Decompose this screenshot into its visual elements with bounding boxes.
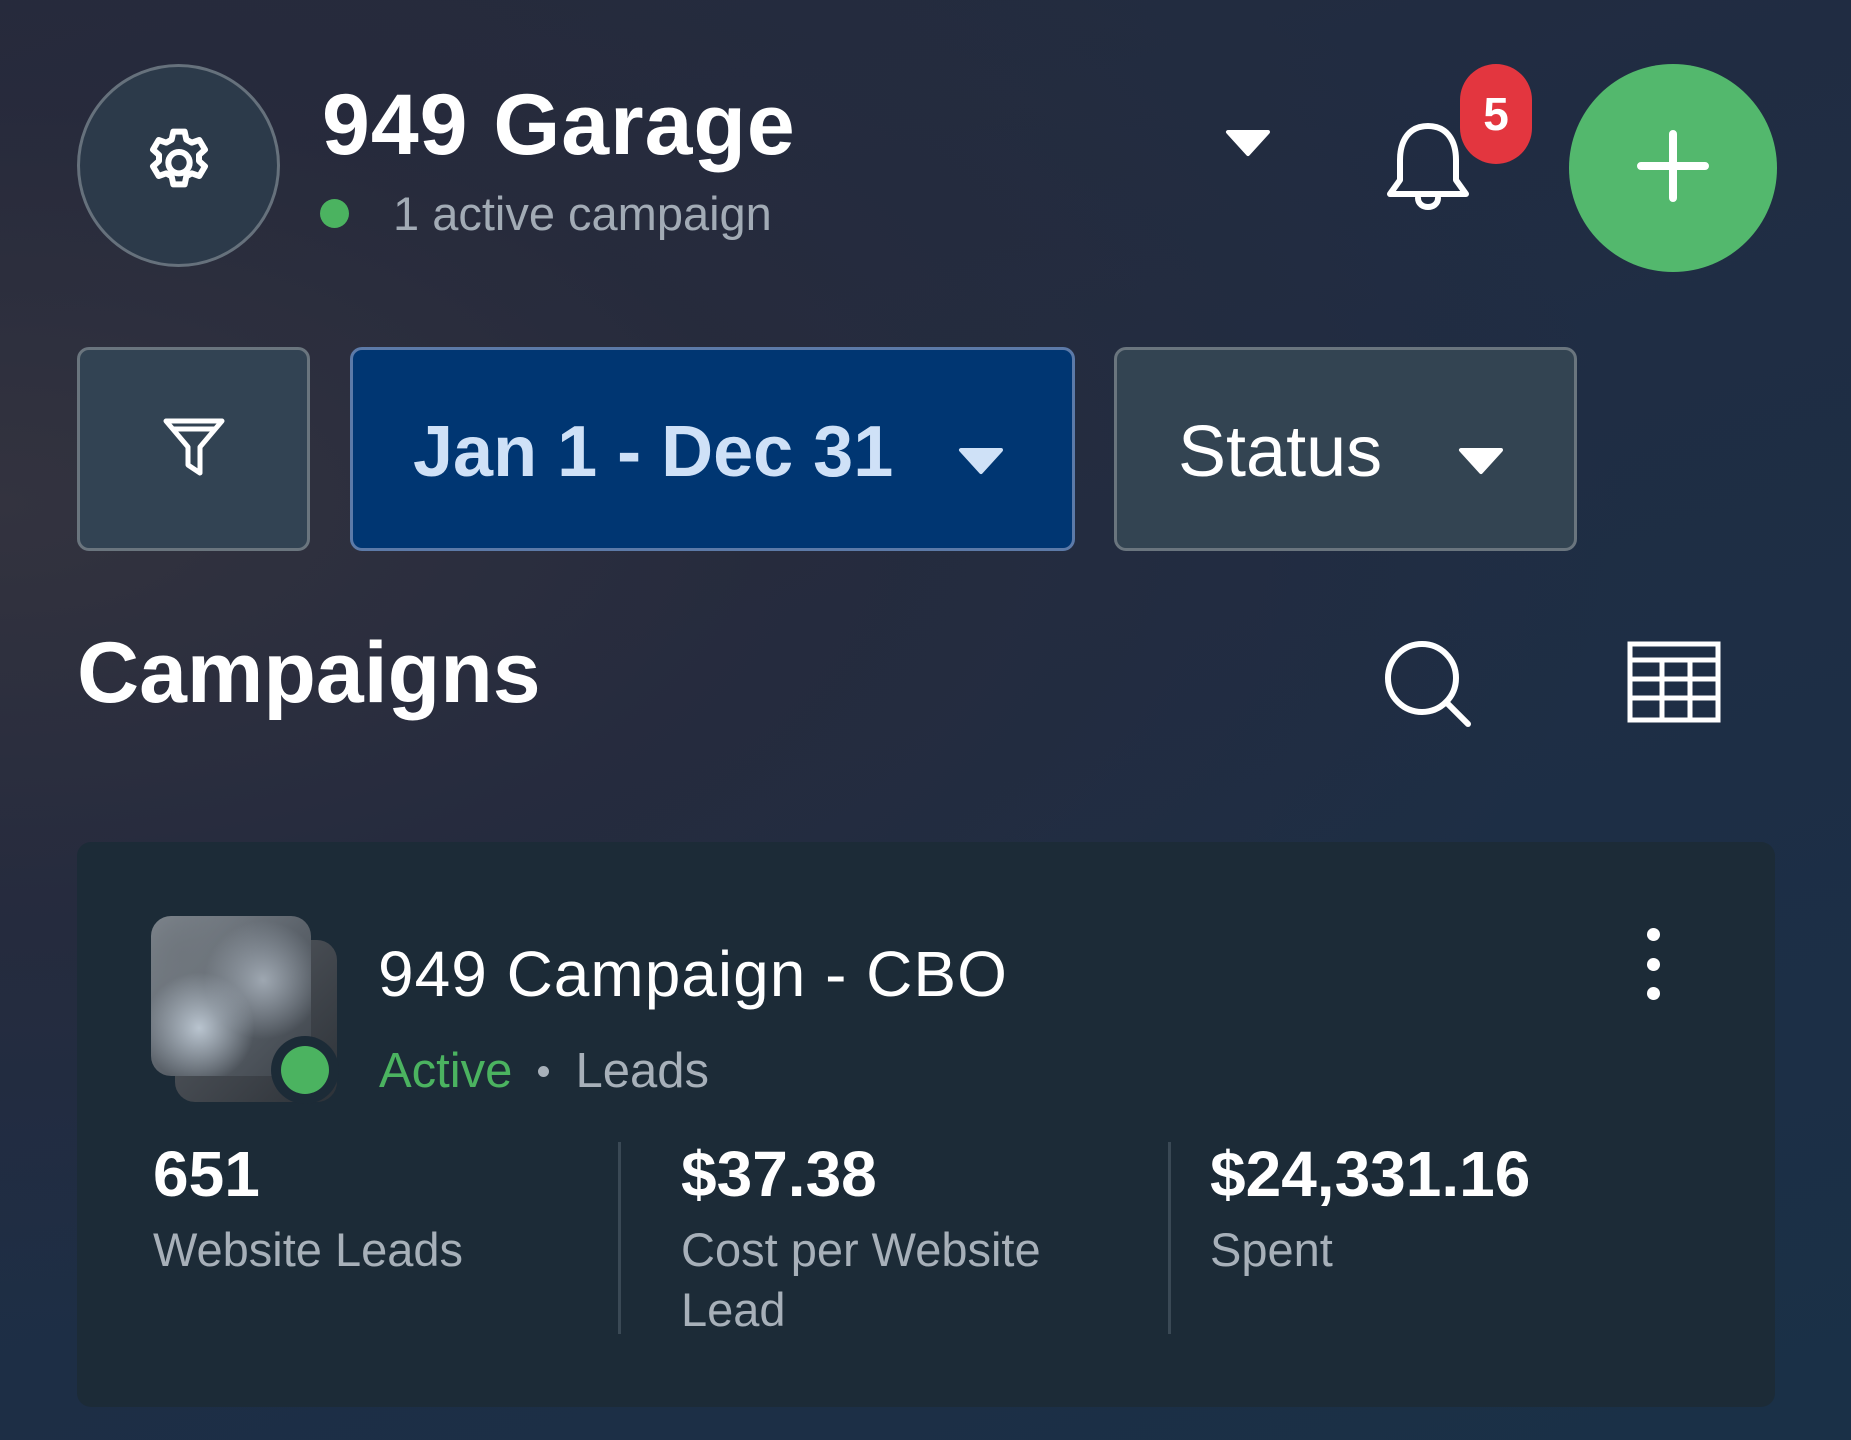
more-options-button[interactable] bbox=[1633, 928, 1673, 1000]
notification-count-badge: 5 bbox=[1460, 64, 1532, 164]
metric-value: $24,331.16 bbox=[1210, 1138, 1531, 1210]
search-icon bbox=[1380, 641, 1476, 736]
status-filter-dropdown[interactable]: Status bbox=[1114, 347, 1577, 551]
settings-button[interactable] bbox=[77, 64, 280, 267]
campaign-status-label: Active bbox=[379, 1044, 513, 1098]
metric-website-leads: 651 Website Leads bbox=[153, 1142, 613, 1280]
account-name[interactable]: 949 Garage bbox=[322, 82, 796, 168]
more-vertical-icon bbox=[1646, 928, 1660, 941]
caret-down-icon bbox=[957, 444, 1005, 476]
filter-button[interactable] bbox=[77, 347, 310, 551]
bell-icon bbox=[1380, 123, 1476, 222]
campaign-status-dot bbox=[271, 1036, 339, 1104]
gear-icon bbox=[139, 123, 219, 208]
date-range-label: Jan 1 - Dec 31 bbox=[413, 412, 894, 492]
metric-label: Spent bbox=[1210, 1223, 1333, 1276]
caret-down-icon bbox=[1224, 130, 1272, 162]
campaign-thumbnail bbox=[151, 916, 339, 1104]
funnel-icon bbox=[160, 413, 228, 486]
table-view-button[interactable] bbox=[1626, 640, 1722, 724]
campaign-card[interactable]: 949 Campaign - CBO Active Leads 651 Webs… bbox=[77, 842, 1775, 1407]
active-campaigns-text: 1 active campaign bbox=[393, 187, 772, 240]
campaigns-heading: Campaigns bbox=[77, 625, 541, 721]
metric-divider bbox=[618, 1142, 621, 1334]
campaign-meta: Active Leads bbox=[379, 1047, 709, 1096]
metric-value: 651 bbox=[153, 1138, 260, 1210]
table-icon bbox=[1626, 641, 1722, 728]
add-campaign-button[interactable] bbox=[1569, 64, 1777, 272]
status-filter-label: Status bbox=[1178, 412, 1383, 492]
caret-down-icon bbox=[1457, 444, 1505, 476]
separator-dot bbox=[538, 1066, 550, 1077]
metric-divider bbox=[1168, 1142, 1171, 1334]
campaign-objective-label: Leads bbox=[575, 1044, 709, 1098]
metric-spent: $24,331.16 Spent bbox=[1210, 1142, 1690, 1280]
account-status: 1 active campaign bbox=[320, 190, 772, 237]
date-range-selector[interactable]: Jan 1 - Dec 31 bbox=[350, 347, 1075, 551]
metric-cost-per-lead: $37.38 Cost per Website Lead bbox=[681, 1142, 1121, 1340]
metric-label: Website Leads bbox=[153, 1223, 464, 1276]
active-status-dot bbox=[320, 199, 349, 228]
metric-label: Cost per Website Lead bbox=[681, 1223, 1041, 1336]
metric-value: $37.38 bbox=[681, 1138, 877, 1210]
campaign-name[interactable]: 949 Campaign - CBO bbox=[378, 942, 1008, 1006]
search-button[interactable] bbox=[1380, 636, 1476, 732]
plus-icon bbox=[1633, 126, 1713, 211]
account-dropdown-button[interactable] bbox=[1224, 126, 1272, 158]
